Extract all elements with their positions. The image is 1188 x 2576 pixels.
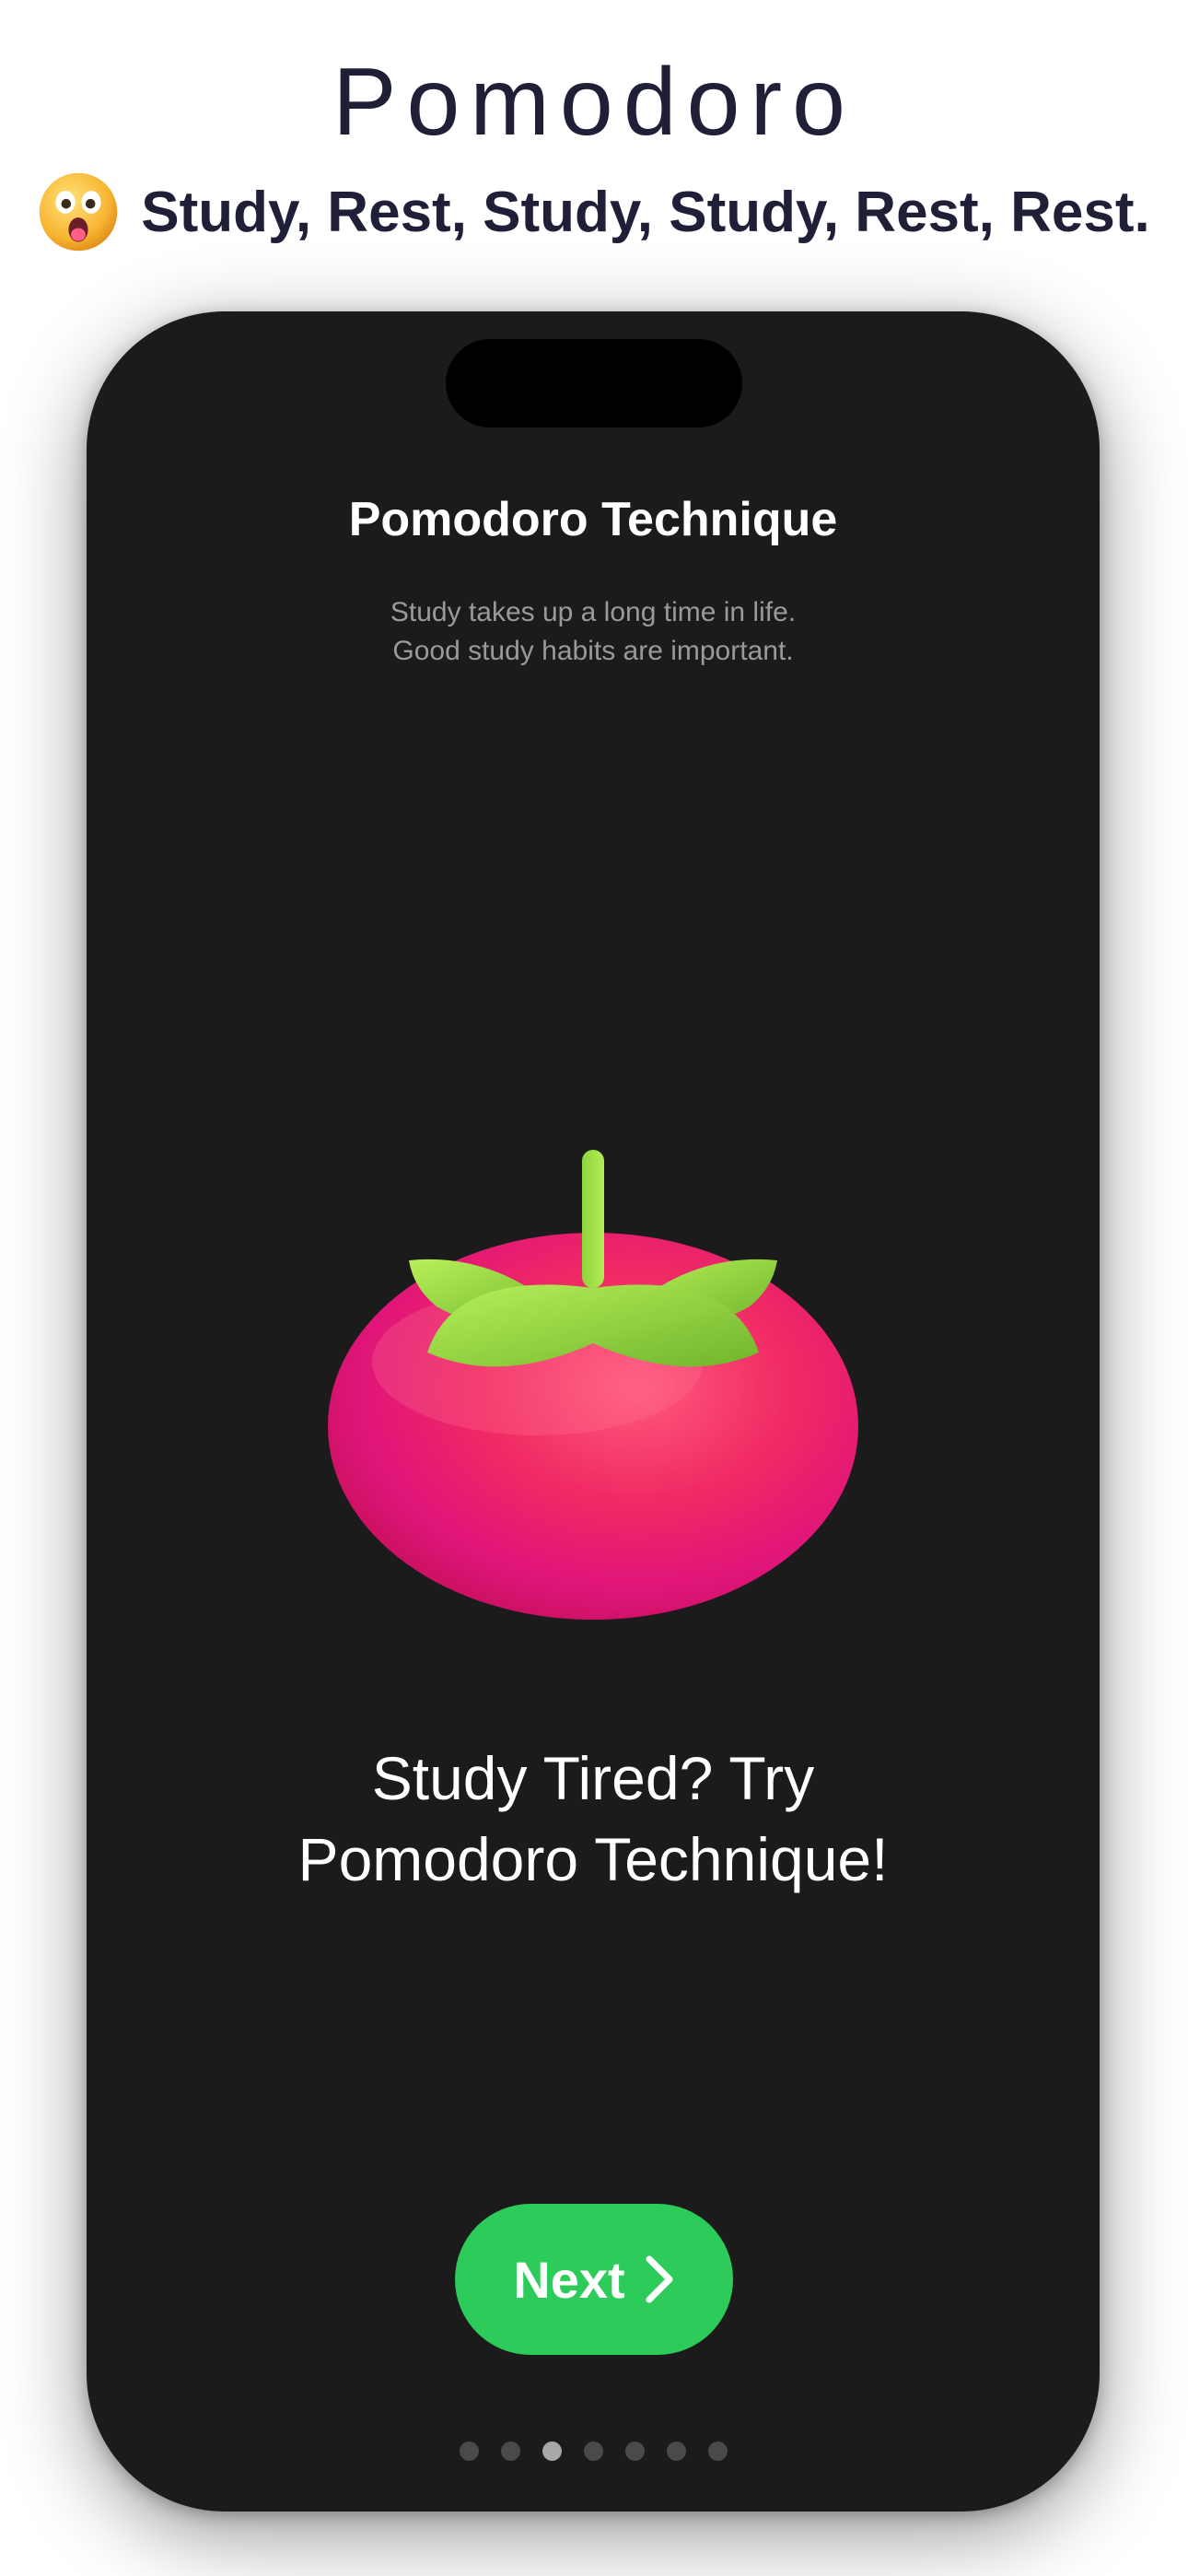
- subtitle-line: Good study habits are important.: [392, 636, 794, 666]
- page-dot[interactable]: [583, 2441, 603, 2461]
- page-indicator[interactable]: [87, 2441, 1100, 2461]
- page-dot[interactable]: [707, 2441, 728, 2461]
- phone-frame: Pomodoro Technique Study takes up a long…: [87, 311, 1100, 2512]
- tagline-text: Study, Rest, Study, Study, Rest, Rest.: [141, 180, 1150, 244]
- headline-line: Study Tired? Try: [371, 1744, 815, 1812]
- headline-line: Pomodoro Technique!: [297, 1825, 889, 1893]
- screen-title: Pomodoro Technique: [348, 493, 838, 546]
- subtitle-line: Study takes up a long time in life.: [390, 597, 797, 627]
- chevron-right-icon: [646, 2255, 673, 2303]
- page-dot[interactable]: [666, 2441, 686, 2461]
- page-dot-active[interactable]: [542, 2441, 562, 2461]
- dynamic-island: [446, 339, 742, 427]
- page-dot[interactable]: [459, 2441, 479, 2461]
- next-button[interactable]: Next: [455, 2204, 733, 2355]
- next-button-label: Next: [513, 2250, 625, 2309]
- tomato-icon: [328, 1150, 858, 1620]
- screen-subtitle: Study takes up a long time in life. Good…: [87, 593, 1100, 671]
- headline: Study Tired? Try Pomodoro Technique!: [87, 1738, 1100, 1900]
- astonished-face-icon: [39, 172, 118, 252]
- promo-page: Pomodoro Study, Rest, Study, Study, Rest…: [0, 0, 1188, 2576]
- page-dot[interactable]: [624, 2441, 645, 2461]
- tagline: Study, Rest, Study, Study, Rest, Rest.: [0, 171, 1188, 252]
- page-dot[interactable]: [500, 2441, 520, 2461]
- hero-title: Pomodoro: [332, 49, 856, 156]
